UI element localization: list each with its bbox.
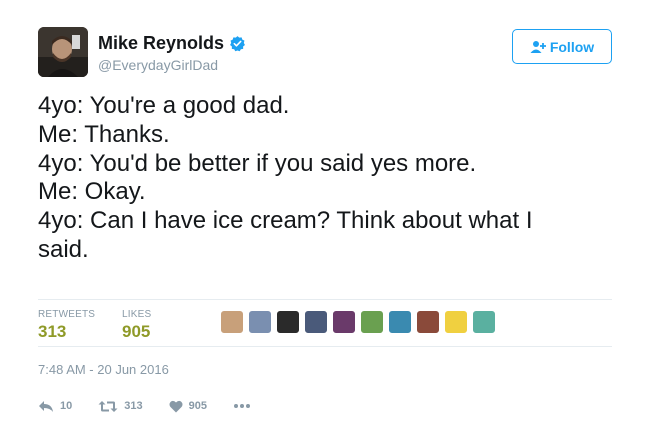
tweet-actions: 10 313 905 bbox=[38, 396, 283, 416]
reply-button[interactable]: 10 bbox=[38, 400, 72, 413]
retweets-stat[interactable]: RETWEETS 313 bbox=[38, 309, 95, 342]
likes-count: 905 bbox=[122, 322, 151, 341]
tweet-line: Me: Okay. bbox=[38, 178, 146, 206]
tweet-stats: RETWEETS 313 LIKES 905 bbox=[38, 299, 612, 347]
tweet-timestamp[interactable]: 7:48 AM - 20 Jun 2016 bbox=[38, 362, 169, 377]
likes-label: LIKES bbox=[122, 309, 152, 320]
likes-stat[interactable]: LIKES 905 bbox=[122, 309, 151, 342]
liker-avatar[interactable] bbox=[248, 310, 272, 334]
retweet-icon bbox=[98, 400, 118, 412]
liker-avatar[interactable] bbox=[304, 310, 328, 334]
liker-avatar[interactable] bbox=[444, 310, 468, 334]
tweet-header: Mike Reynolds @EverydayGirlDad Follow bbox=[38, 27, 612, 79]
liker-avatar[interactable] bbox=[388, 310, 412, 334]
liker-avatar[interactable] bbox=[360, 310, 384, 334]
add-user-icon bbox=[530, 40, 546, 53]
follow-button-label: Follow bbox=[549, 38, 595, 55]
liker-avatar[interactable] bbox=[472, 310, 496, 334]
user-info: Mike Reynolds @EverydayGirlDad bbox=[98, 33, 246, 73]
tweet-line: said. bbox=[38, 235, 89, 263]
liker-avatar[interactable] bbox=[220, 310, 244, 334]
retweets-count: 313 bbox=[38, 322, 67, 341]
liker-avatar[interactable] bbox=[276, 310, 300, 334]
reply-icon bbox=[39, 400, 53, 412]
reply-count: 10 bbox=[60, 400, 73, 412]
like-button[interactable]: 905 bbox=[169, 400, 207, 413]
verified-badge-icon bbox=[230, 36, 245, 52]
follow-button[interactable]: Follow bbox=[512, 29, 612, 64]
tweet-line: Me: Thanks. bbox=[38, 120, 170, 148]
liker-avatar[interactable] bbox=[416, 310, 440, 334]
user-handle[interactable]: @EverydayGirlDad bbox=[98, 57, 246, 73]
retweet-button[interactable]: 313 bbox=[98, 400, 143, 413]
more-button[interactable] bbox=[233, 403, 257, 409]
display-name[interactable]: Mike Reynolds bbox=[98, 33, 224, 54]
more-icon bbox=[233, 404, 250, 408]
profile-photo bbox=[38, 27, 88, 77]
heart-icon bbox=[169, 400, 183, 412]
liker-avatar[interactable] bbox=[332, 310, 356, 334]
tweet-line: 4yo: You'd be better if you said yes mor… bbox=[38, 149, 477, 177]
liker-avatars bbox=[220, 310, 500, 334]
retweets-label: RETWEETS bbox=[38, 309, 96, 320]
retweet-count: 313 bbox=[124, 400, 143, 412]
tweet-text: 4yo: You're a good dad. Me: Thanks. 4yo:… bbox=[38, 92, 612, 265]
avatar[interactable] bbox=[38, 27, 88, 77]
like-count: 905 bbox=[188, 400, 207, 412]
tweet-line: 4yo: Can I have ice cream? Think about w… bbox=[38, 207, 533, 235]
tweet-line: 4yo: You're a good dad. bbox=[38, 92, 290, 119]
